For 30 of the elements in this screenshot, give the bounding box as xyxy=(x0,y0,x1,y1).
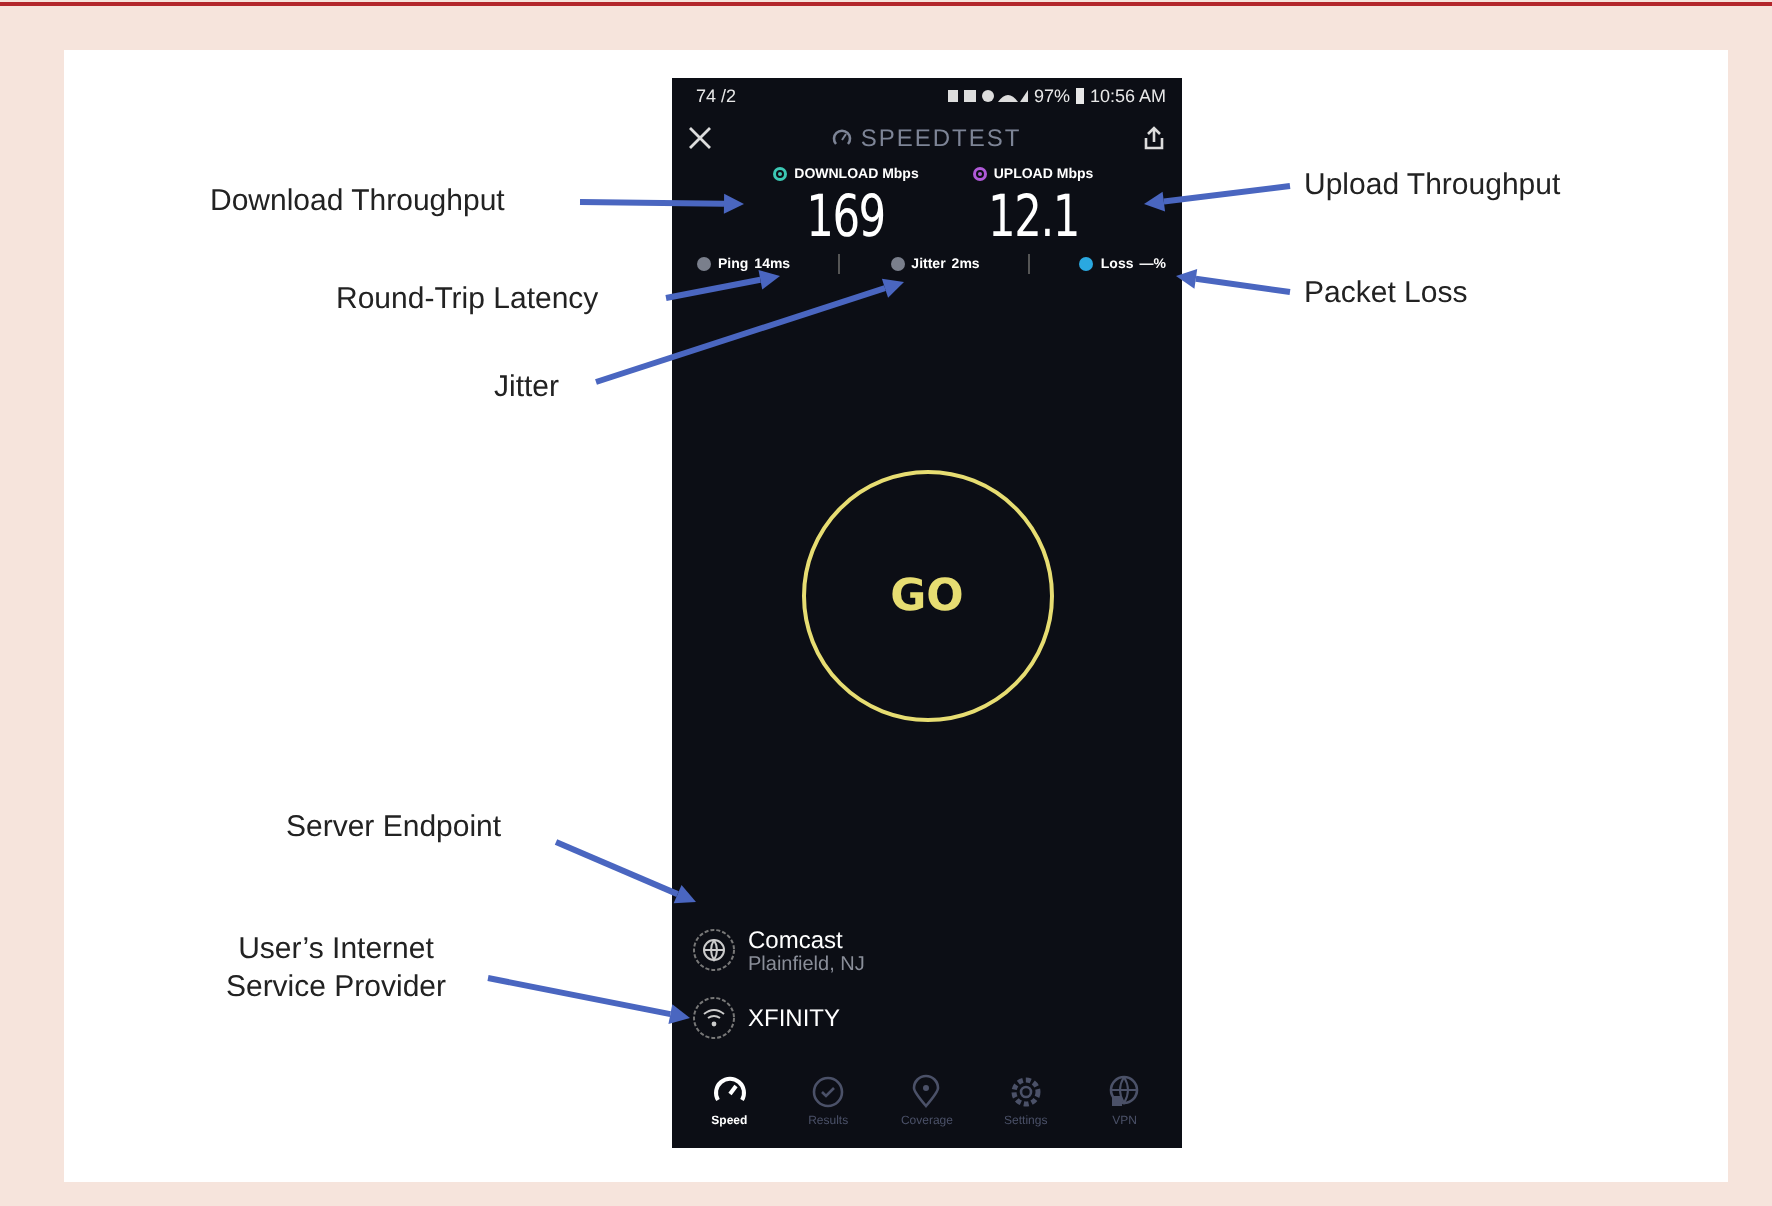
checkmark-icon xyxy=(810,1074,847,1110)
callout-arrow xyxy=(554,839,696,904)
callout-label: Download Throughput xyxy=(210,184,505,218)
callout-label: Packet Loss xyxy=(1304,276,1468,310)
gauge-icon xyxy=(832,128,853,148)
wifi-icon[interactable] xyxy=(692,995,736,1039)
battery-text: 97% xyxy=(1033,86,1070,106)
server-name: Comcast xyxy=(748,925,845,953)
server-location: Plainfield, NJ xyxy=(748,953,865,975)
globe-icon xyxy=(1106,1074,1143,1110)
callout-arrow xyxy=(1176,268,1291,295)
close-icon[interactable] xyxy=(688,126,712,150)
callout-label: Server Endpoint xyxy=(286,810,502,844)
provider-name: XFINITY xyxy=(748,1003,841,1031)
callout-label: Round-Trip Latency xyxy=(336,282,599,316)
globe-icon[interactable] xyxy=(692,928,736,972)
callout-label: User’s Internet Service Provider xyxy=(223,930,449,1006)
metric-value: 12.1 xyxy=(985,186,1080,246)
app-title: SPEEDTEST xyxy=(860,124,1022,152)
clock-text: 10:56 AM xyxy=(1089,86,1166,106)
callout-label: Jitter xyxy=(494,370,560,404)
share-icon[interactable] xyxy=(1141,126,1166,150)
battery-icon xyxy=(1075,88,1084,104)
metric-value: 169 xyxy=(804,186,887,246)
notification-text: 74 /2 xyxy=(696,86,737,106)
callout-label: Upload Throughput xyxy=(1304,168,1561,202)
pin-icon xyxy=(908,1074,945,1110)
status-icons xyxy=(947,88,1028,104)
gear-icon xyxy=(1007,1074,1044,1110)
go-button[interactable]: GO xyxy=(801,470,1053,722)
